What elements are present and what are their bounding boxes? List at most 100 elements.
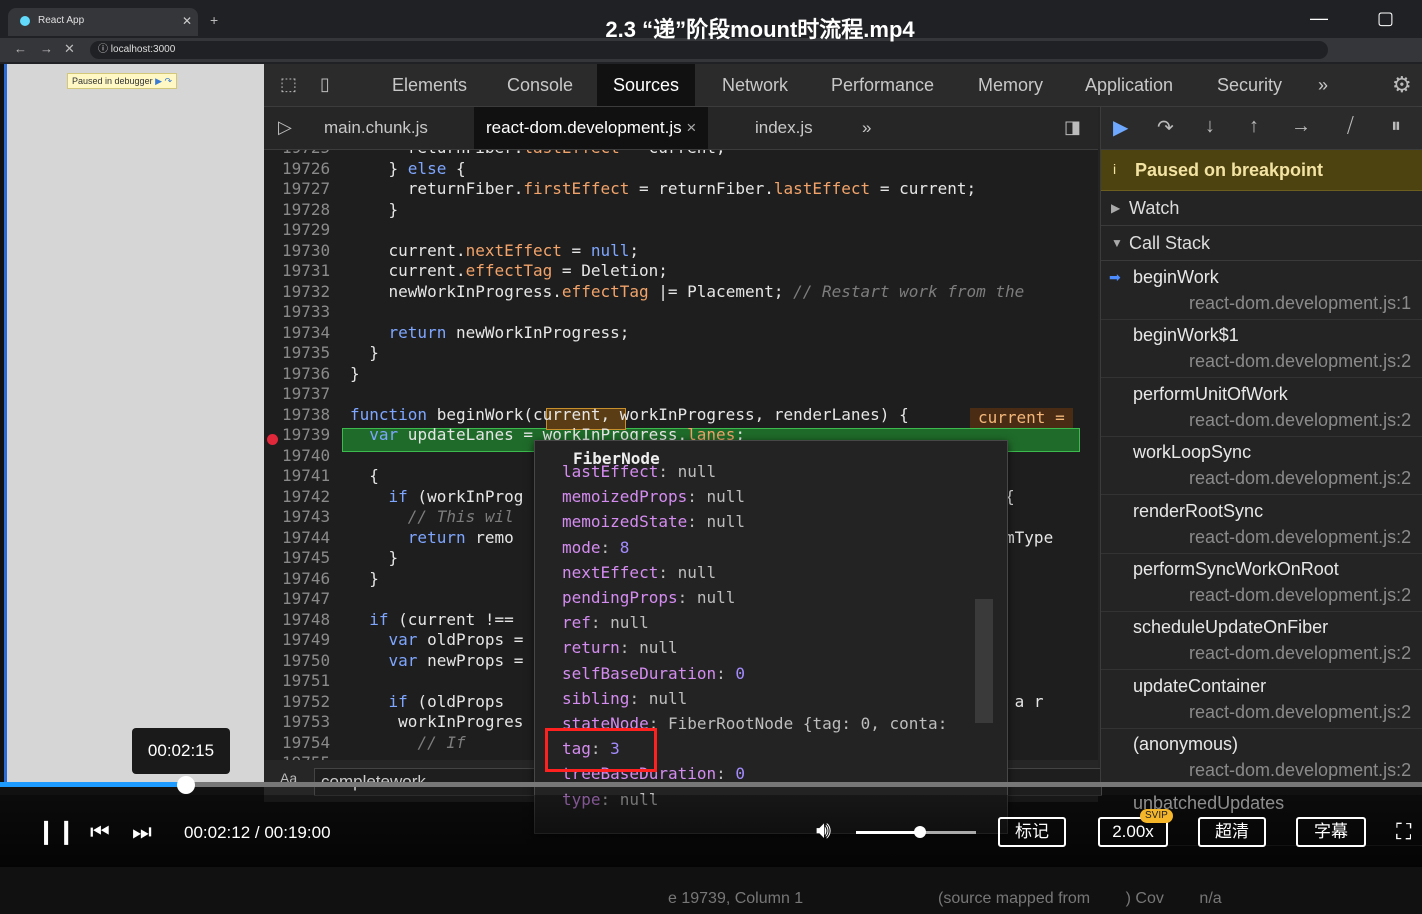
fullscreen-icon[interactable]: ⛶ bbox=[1396, 819, 1411, 845]
call-stack-frame[interactable]: performSyncWorkOnRoot react-dom.developme… bbox=[1101, 553, 1422, 612]
file-tab-index[interactable]: index.js bbox=[755, 107, 813, 149]
line-number[interactable]: 19742 bbox=[282, 487, 340, 507]
line-number[interactable]: 19747 bbox=[282, 589, 340, 609]
line-number[interactable]: 19755 bbox=[282, 753, 340, 760]
video-progress-track[interactable] bbox=[0, 782, 1422, 787]
call-stack-frame[interactable]: workLoopSync react-dom.development.js:2 bbox=[1101, 436, 1422, 496]
tab-network[interactable]: Network bbox=[722, 64, 788, 106]
more-tabs-button[interactable]: » bbox=[1318, 64, 1328, 106]
line-number[interactable]: 19740 bbox=[282, 446, 340, 466]
line-number[interactable]: 19732 bbox=[282, 282, 340, 302]
resume-icon[interactable]: ▶︎ bbox=[155, 76, 162, 86]
code-text: { bbox=[350, 466, 379, 485]
file-tab-main-chunk[interactable]: main.chunk.js bbox=[324, 107, 428, 149]
toggle-debugger-icon[interactable]: ◨ bbox=[1064, 117, 1081, 138]
previous-icon[interactable]: ⏮ bbox=[90, 819, 110, 845]
line-number[interactable]: 19735 bbox=[282, 343, 340, 363]
line-number[interactable]: 19725 bbox=[282, 150, 340, 158]
line-number[interactable]: 19745 bbox=[282, 548, 340, 568]
step-into-icon[interactable]: ↓ bbox=[1205, 115, 1215, 138]
call-stack-frame[interactable]: scheduleUpdateOnFiber react-dom.developme… bbox=[1101, 611, 1422, 671]
tab-sources[interactable]: Sources bbox=[597, 64, 696, 106]
line-number[interactable]: 19737 bbox=[282, 384, 340, 404]
step-over-icon[interactable]: ↷ bbox=[165, 76, 173, 86]
device-toolbar-icon[interactable]: ▯ bbox=[320, 74, 330, 95]
popover-property[interactable]: lastEffect: null bbox=[562, 461, 716, 483]
popover-property[interactable]: return: null bbox=[562, 637, 678, 659]
popover-property[interactable]: nextEffect: null bbox=[562, 562, 716, 584]
line-number[interactable]: 19729 bbox=[282, 220, 340, 240]
step-out-icon[interactable]: ↑ bbox=[1249, 115, 1259, 138]
popover-property[interactable]: mode: 8 bbox=[562, 537, 629, 559]
mark-button[interactable]: 标记 bbox=[998, 817, 1066, 847]
call-stack-frame[interactable]: ➡ beginWork react-dom.development.js:1 bbox=[1101, 261, 1422, 320]
tab-application[interactable]: Application bbox=[1085, 64, 1173, 106]
toggle-navigator-icon[interactable]: ▷ bbox=[278, 117, 292, 138]
tab-console[interactable]: Console bbox=[507, 64, 573, 106]
inspect-element-icon[interactable]: ⬚ bbox=[280, 74, 297, 95]
tab-performance[interactable]: Performance bbox=[831, 64, 934, 106]
tab-elements[interactable]: Elements bbox=[392, 64, 467, 106]
line-number[interactable]: 19733 bbox=[282, 302, 340, 322]
line-number[interactable]: 19727 bbox=[282, 179, 340, 199]
breakpoint-marker-icon[interactable] bbox=[267, 434, 278, 445]
line-number[interactable]: 19736 bbox=[282, 364, 340, 384]
pause-on-exceptions-icon[interactable]: ⏸ bbox=[1391, 115, 1401, 138]
line-number[interactable]: 19730 bbox=[282, 241, 340, 261]
line-number[interactable]: 19748 bbox=[282, 610, 340, 630]
property-value: null bbox=[648, 688, 688, 708]
line-number[interactable]: 19734 bbox=[282, 323, 340, 343]
step-icon[interactable]: → bbox=[1291, 115, 1311, 138]
line-number[interactable]: 19743 bbox=[282, 507, 340, 527]
debugger-sidebar: ▶︎ ↷ ↓ ↑ → ⧸ ⏸ i Paused on breakpoint ▶ … bbox=[1100, 107, 1422, 846]
pause-icon[interactable]: ❙❙ bbox=[36, 817, 76, 846]
line-number[interactable]: 19731 bbox=[282, 261, 340, 281]
popover-scrollbar[interactable] bbox=[975, 599, 993, 723]
line-number[interactable]: 19744 bbox=[282, 528, 340, 548]
watch-section-header[interactable]: ▶ Watch bbox=[1101, 191, 1422, 226]
close-file-icon[interactable]: × bbox=[686, 118, 696, 137]
volume-knob[interactable] bbox=[914, 826, 926, 838]
line-number[interactable]: 19726 bbox=[282, 159, 340, 179]
line-number[interactable]: 19728 bbox=[282, 200, 340, 220]
fibernode-popover[interactable]: FiberNode lastEffect: null memoizedProps:… bbox=[534, 440, 1008, 834]
tab-memory[interactable]: Memory bbox=[978, 64, 1043, 106]
call-stack-section-header[interactable]: ▼ Call Stack bbox=[1101, 226, 1422, 261]
line-number[interactable]: 19739 bbox=[282, 425, 340, 445]
video-progress-knob[interactable] bbox=[177, 776, 195, 794]
file-tab-react-dom[interactable]: react-dom.development.js × bbox=[474, 107, 709, 149]
call-stack-frame[interactable]: beginWork$1 react-dom.development.js:2 bbox=[1101, 319, 1422, 379]
volume-icon[interactable]: 🔊︎ bbox=[816, 817, 831, 845]
call-stack-frame[interactable]: performUnitOfWork react-dom.development.j… bbox=[1101, 378, 1422, 437]
deactivate-breakpoints-icon[interactable]: ⧸ bbox=[1347, 115, 1354, 138]
frame-function-name: updateContainer bbox=[1133, 675, 1267, 696]
call-stack-frame[interactable]: (anonymous) react-dom.development.js:2 bbox=[1101, 728, 1422, 788]
popover-property[interactable]: pendingProps: null bbox=[562, 587, 735, 609]
line-number[interactable]: 19751 bbox=[282, 671, 340, 691]
popover-property[interactable]: sibling: null bbox=[562, 688, 687, 710]
line-number[interactable]: 19753 bbox=[282, 712, 340, 732]
subtitle-button[interactable]: 字幕 bbox=[1296, 817, 1366, 847]
paused-in-debugger-banner: Paused in debugger ▶︎ ↷ bbox=[67, 73, 178, 89]
line-number[interactable]: 19749 bbox=[282, 630, 340, 650]
call-stack-frame[interactable]: renderRootSync react-dom.development.js:2 bbox=[1101, 495, 1422, 554]
popover-property[interactable]: ref: null bbox=[562, 612, 649, 634]
popover-property[interactable]: memoizedProps: null bbox=[562, 486, 745, 508]
quality-button[interactable]: 超清 bbox=[1198, 817, 1266, 847]
line-number[interactable]: 19750 bbox=[282, 651, 340, 671]
settings-gear-icon[interactable]: ⚙ bbox=[1392, 72, 1412, 98]
resume-icon[interactable]: ▶︎ bbox=[1113, 115, 1128, 140]
next-icon[interactable]: ⏭ bbox=[132, 819, 152, 845]
tab-security[interactable]: Security bbox=[1217, 64, 1282, 106]
step-over-icon[interactable]: ↷ bbox=[1157, 115, 1174, 140]
line-number[interactable]: 19752 bbox=[282, 692, 340, 712]
call-stack-frame[interactable]: updateContainer react-dom.development.js:… bbox=[1101, 670, 1422, 729]
line-number[interactable]: 19754 bbox=[282, 733, 340, 753]
line-number[interactable]: 19738 bbox=[282, 405, 340, 425]
more-files-button[interactable]: » bbox=[862, 107, 871, 149]
popover-property[interactable]: selfBaseDuration: 0 bbox=[562, 663, 745, 685]
window-controls[interactable]: — ▢ bbox=[1310, 8, 1416, 29]
popover-property[interactable]: memoizedState: null bbox=[562, 511, 745, 533]
line-number[interactable]: 19746 bbox=[282, 569, 340, 589]
line-number[interactable]: 19741 bbox=[282, 466, 340, 486]
